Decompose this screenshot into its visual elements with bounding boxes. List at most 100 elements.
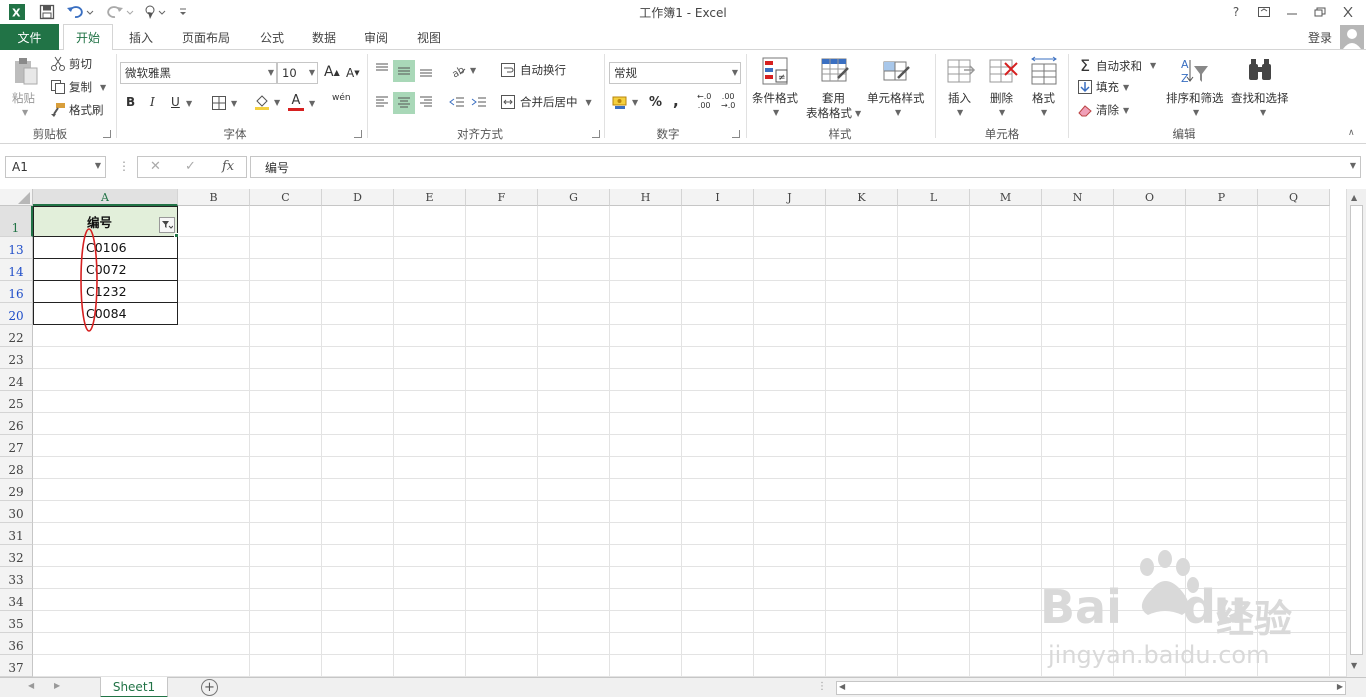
font-name-combo[interactable]: 微软雅黑 ▼ bbox=[120, 62, 277, 84]
row-header-33[interactable]: 33 bbox=[0, 567, 33, 589]
sort-filter-button[interactable]: 排序和筛选 bbox=[1166, 90, 1224, 106]
redo-icon[interactable] bbox=[104, 2, 136, 22]
row-header-1[interactable]: 1 bbox=[0, 206, 33, 237]
scroll-up-icon[interactable]: ▲ bbox=[1351, 193, 1357, 202]
number-format-dropdown-icon[interactable]: ▼ bbox=[732, 68, 738, 77]
row-header-37[interactable]: 37 bbox=[0, 655, 33, 677]
row-header-27[interactable]: 27 bbox=[0, 435, 33, 457]
orientation-dropdown-icon[interactable]: ▼ bbox=[470, 66, 476, 75]
table-cell[interactable]: C0072 bbox=[33, 259, 178, 281]
conditional-dropdown-icon[interactable]: ▼ bbox=[773, 108, 779, 117]
undo-icon[interactable] bbox=[64, 2, 96, 22]
cell-a1[interactable]: 编号 bbox=[33, 206, 178, 237]
restore-icon[interactable] bbox=[1308, 2, 1332, 22]
font-size-dropdown-icon[interactable]: ▼ bbox=[309, 68, 315, 77]
align-center-button[interactable] bbox=[393, 92, 415, 114]
ribbon-display-icon[interactable] bbox=[1252, 2, 1276, 22]
horizontal-scroll-thumb[interactable] bbox=[851, 683, 1301, 693]
format-as-table-button[interactable]: 表格格式 ▼ bbox=[806, 105, 861, 121]
accounting-format-button[interactable]: ▼ bbox=[612, 94, 638, 110]
column-header-f[interactable]: F bbox=[466, 189, 538, 206]
column-header-b[interactable]: B bbox=[178, 189, 250, 206]
tab-home[interactable]: 开始 bbox=[63, 24, 113, 51]
column-header-h[interactable]: H bbox=[610, 189, 682, 206]
align-right-button[interactable] bbox=[418, 94, 434, 110]
help-button[interactable]: ? bbox=[1224, 2, 1248, 22]
vertical-scroll-thumb[interactable] bbox=[1350, 205, 1363, 655]
avatar[interactable] bbox=[1340, 25, 1364, 49]
scroll-left-icon[interactable]: ◀ bbox=[839, 682, 845, 691]
row-header-22[interactable]: 22 bbox=[0, 325, 33, 347]
insert-cells-button[interactable]: 插入 bbox=[948, 90, 971, 106]
cell-styles-dropdown-icon[interactable]: ▼ bbox=[895, 108, 901, 117]
column-header-m[interactable]: M bbox=[970, 189, 1042, 206]
row-header-30[interactable]: 30 bbox=[0, 501, 33, 523]
sort-filter-dropdown-icon[interactable]: ▼ bbox=[1193, 108, 1199, 117]
row-header-24[interactable]: 24 bbox=[0, 369, 33, 391]
row-header-28[interactable]: 28 bbox=[0, 457, 33, 479]
next-sheet-icon[interactable]: ▶ bbox=[54, 681, 60, 690]
select-all-corner[interactable] bbox=[0, 189, 33, 206]
align-middle-button[interactable] bbox=[393, 60, 415, 82]
scroll-right-icon[interactable]: ▶ bbox=[1337, 682, 1343, 691]
conditional-formatting-button[interactable]: 条件格式 bbox=[752, 90, 798, 106]
insert-cells-dropdown-icon[interactable]: ▼ bbox=[957, 108, 963, 117]
row-header-34[interactable]: 34 bbox=[0, 589, 33, 611]
format-as-table-label-1[interactable]: 套用 bbox=[822, 90, 845, 106]
vertical-scrollbar[interactable]: ▲ ▼ bbox=[1346, 189, 1366, 677]
table-cell[interactable]: C0106 bbox=[33, 237, 178, 259]
wrap-text-button[interactable]: 自动换行 bbox=[500, 62, 566, 78]
underline-button[interactable]: U bbox=[171, 95, 180, 109]
borders-dropdown-icon[interactable]: ▼ bbox=[231, 99, 237, 108]
paste-icon[interactable] bbox=[10, 56, 40, 86]
row-header-14[interactable]: 14 bbox=[0, 259, 33, 281]
align-bottom-button[interactable] bbox=[418, 62, 434, 78]
filter-icon[interactable] bbox=[159, 217, 175, 233]
formula-input[interactable]: 编号 ▼ bbox=[250, 156, 1361, 178]
decrease-decimal-button[interactable]: .00 →.0 bbox=[721, 92, 735, 110]
touch-mode-icon[interactable] bbox=[140, 2, 170, 22]
format-as-table-dropdown-icon[interactable]: ▼ bbox=[855, 109, 861, 118]
row-header-20[interactable]: 20 bbox=[0, 303, 33, 325]
worksheet-grid[interactable]: ABCDEFGHIJKLMNOPQ 1 13 14 16 20 22 23 24 25 26 27 2… bbox=[0, 189, 1346, 677]
row-header-23[interactable]: 23 bbox=[0, 347, 33, 369]
tab-data[interactable]: 数据 bbox=[304, 24, 344, 50]
delete-cells-dropdown-icon[interactable]: ▼ bbox=[999, 108, 1005, 117]
column-header-k[interactable]: K bbox=[826, 189, 898, 206]
align-top-button[interactable] bbox=[374, 62, 390, 78]
column-header-q[interactable]: Q bbox=[1258, 189, 1330, 206]
name-box[interactable]: A1 ▼ bbox=[5, 156, 106, 178]
table-cell[interactable]: C0084 bbox=[33, 303, 178, 325]
table-cell[interactable]: C1232 bbox=[33, 281, 178, 303]
phonetic-button[interactable]: wén bbox=[332, 93, 351, 103]
merge-center-button[interactable]: 合并后居中 ▼ bbox=[500, 94, 592, 110]
fill-color-button[interactable]: ▼ bbox=[254, 94, 280, 110]
decrease-indent-button[interactable] bbox=[449, 94, 465, 110]
font-launcher-icon[interactable] bbox=[354, 130, 362, 138]
alignment-launcher-icon[interactable] bbox=[592, 130, 600, 138]
tab-file[interactable]: 文件 bbox=[0, 24, 59, 50]
accounting-dropdown-icon[interactable]: ▼ bbox=[632, 98, 638, 107]
grow-font-button[interactable]: A ▲ bbox=[324, 64, 340, 80]
column-header-o[interactable]: O bbox=[1114, 189, 1186, 206]
column-header-i[interactable]: I bbox=[682, 189, 754, 206]
shrink-font-button[interactable]: A ▼ bbox=[346, 66, 360, 80]
column-header-j[interactable]: J bbox=[754, 189, 826, 206]
column-header-n[interactable]: N bbox=[1042, 189, 1114, 206]
format-cells-dropdown-icon[interactable]: ▼ bbox=[1041, 108, 1047, 117]
font-size-combo[interactable]: 10 ▼ bbox=[277, 62, 318, 84]
clear-dropdown-icon[interactable]: ▼ bbox=[1123, 106, 1129, 115]
find-select-button[interactable]: 查找和选择 bbox=[1231, 90, 1289, 106]
tab-page-layout[interactable]: 页面布局 bbox=[174, 24, 238, 50]
scroll-down-icon[interactable]: ▼ bbox=[1351, 661, 1357, 670]
column-header-g[interactable]: G bbox=[538, 189, 610, 206]
sheet-tab-sheet1[interactable]: Sheet1 bbox=[100, 677, 168, 697]
collapse-ribbon-icon[interactable]: ∧ bbox=[1348, 128, 1355, 138]
font-name-dropdown-icon[interactable]: ▼ bbox=[268, 68, 274, 77]
merge-dropdown-icon[interactable]: ▼ bbox=[586, 98, 592, 107]
tab-split-grip-icon[interactable]: ⋮ bbox=[817, 681, 827, 692]
row-header-26[interactable]: 26 bbox=[0, 413, 33, 435]
customize-toolbar-icon[interactable] bbox=[174, 2, 192, 22]
underline-dropdown-icon[interactable]: ▼ bbox=[186, 99, 192, 108]
clear-button[interactable]: 清除 ▼ bbox=[1077, 102, 1129, 118]
